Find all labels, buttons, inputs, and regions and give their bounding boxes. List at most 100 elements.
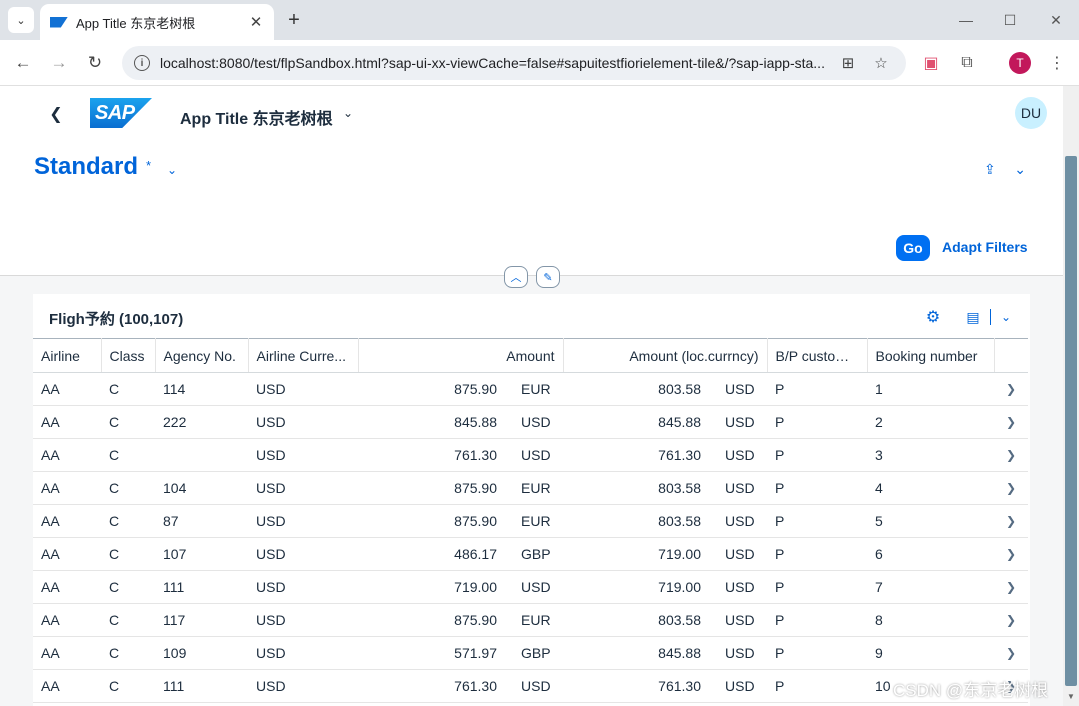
cell-airline-currency: USD: [248, 537, 358, 571]
amount-value: 486.17: [454, 546, 497, 562]
table-row[interactable]: AA C 104 USD 875.90 EUR 803.58 USD P 4 ❯: [33, 471, 1028, 505]
cell-agency: 222: [155, 405, 248, 439]
cell-airline: AA: [33, 537, 101, 571]
profile-avatar[interactable]: T: [1009, 52, 1031, 74]
export-menu-chevron-down-icon[interactable]: ⌄: [995, 306, 1017, 328]
cell-airline-currency: USD: [248, 504, 358, 538]
share-button[interactable]: ⇪ ⌄: [984, 158, 1026, 180]
translate-icon[interactable]: ⊞: [838, 53, 858, 73]
table-row[interactable]: AA C 87 USD 875.90 EUR 803.58 USD P 5 ❯: [33, 504, 1028, 538]
cell-airline-currency: USD: [248, 471, 358, 505]
shell-back-icon[interactable]: ❮: [44, 102, 68, 126]
cell-class: C: [101, 438, 155, 472]
cell-airline-currency: USD: [248, 570, 358, 604]
extensions-puzzle-icon[interactable]: ⧉: [955, 51, 979, 75]
column-header-airline-currency[interactable]: Airline Curre...: [248, 338, 359, 373]
local-amount-currency: USD: [725, 678, 755, 694]
local-amount-value: 845.88: [658, 645, 701, 661]
cell-amount: 875.90 EUR: [358, 504, 563, 538]
table-row[interactable]: AA C 111 USD 761.30 USD 761.30 USD P 10 ❯: [33, 669, 1028, 703]
bilibili-tv-icon[interactable]: ▣: [919, 51, 943, 75]
bookmark-star-icon[interactable]: ☆: [871, 53, 891, 73]
collapse-header-chevron-up-icon[interactable]: ︿: [504, 266, 528, 288]
back-arrow-icon[interactable]: ←: [11, 51, 35, 75]
column-header-booking-number[interactable]: Booking number: [867, 338, 995, 373]
amount-value: 719.00: [454, 579, 497, 595]
table-row[interactable]: AA C 222 USD 845.88 USD 845.88 USD P 2 ❯: [33, 405, 1028, 439]
table-row[interactable]: AA C 111 USD 719.00 USD 719.00 USD P 7 ❯: [33, 570, 1028, 604]
cell-booking-number: 3: [867, 438, 994, 472]
app-title-chevron-down-icon[interactable]: ⌄: [338, 103, 358, 123]
cell-bp-customer: P: [767, 504, 867, 538]
reload-icon[interactable]: ↻: [83, 51, 107, 75]
table-row[interactable]: AA C 117 USD 875.90 EUR 803.58 USD P 8 ❯: [33, 603, 1028, 637]
maximize-icon[interactable]: ☐: [998, 8, 1022, 32]
local-amount-currency: USD: [725, 645, 755, 661]
tab-close-icon[interactable]: ✕: [246, 12, 266, 32]
row-chevron-right-icon[interactable]: ❯: [994, 603, 1028, 637]
row-chevron-right-icon[interactable]: ❯: [994, 438, 1028, 472]
cell-local-amount: 719.00 USD: [563, 570, 767, 604]
bookings-table-card: Fligh予約 (100,107) ⚙ ▤ ⌄ Airline Class Ag…: [33, 294, 1030, 706]
local-amount-currency: USD: [725, 612, 755, 628]
app-title[interactable]: App Title 东京老树根: [180, 105, 333, 129]
row-chevron-right-icon[interactable]: ❯: [994, 570, 1028, 604]
column-header-local-amount[interactable]: Amount (loc.currncy): [563, 338, 768, 373]
amount-currency: USD: [521, 447, 551, 463]
column-header-airline[interactable]: Airline: [33, 338, 102, 373]
local-amount-value: 803.58: [658, 612, 701, 628]
column-header-bp-customer[interactable]: B/P customer: [767, 338, 868, 373]
local-amount-value: 719.00: [658, 579, 701, 595]
scroll-down-arrow-icon[interactable]: ▼: [1066, 692, 1076, 702]
pin-header-icon[interactable]: ✎: [536, 266, 560, 288]
table-row[interactable]: AA C 109 USD 571.97 GBP 845.88 USD P 9 ❯: [33, 636, 1028, 670]
cell-amount: 761.30 USD: [358, 438, 563, 472]
row-chevron-right-icon[interactable]: ❯: [994, 537, 1028, 571]
variant-chevron-down-icon[interactable]: ⌄: [162, 160, 182, 180]
adapt-filters-button[interactable]: Adapt Filters: [942, 239, 1028, 255]
page-scrollbar[interactable]: ▼: [1063, 86, 1079, 706]
export-spreadsheet-icon[interactable]: ▤: [961, 306, 985, 328]
row-chevron-right-icon[interactable]: ❯: [994, 504, 1028, 538]
row-chevron-right-icon[interactable]: ❯: [994, 405, 1028, 439]
amount-currency: GBP: [521, 645, 551, 661]
sap-logo[interactable]: SAP: [90, 98, 152, 128]
column-header-class[interactable]: Class: [101, 338, 156, 373]
cell-local-amount: 761.30 USD: [563, 438, 767, 472]
variant-name[interactable]: Standard: [34, 153, 138, 181]
browser-tab[interactable]: App Title 东京老树根 ✕: [40, 4, 274, 40]
local-amount-value: 761.30: [658, 447, 701, 463]
row-chevron-right-icon[interactable]: ❯: [994, 471, 1028, 505]
minimize-icon[interactable]: —: [954, 8, 978, 32]
column-header-amount[interactable]: Amount: [358, 338, 564, 373]
amount-currency: EUR: [521, 513, 551, 529]
new-tab-plus-icon[interactable]: +: [282, 8, 306, 32]
row-chevron-right-icon[interactable]: ❯: [994, 372, 1028, 406]
forward-arrow-icon[interactable]: →: [47, 51, 71, 75]
amount-currency: USD: [521, 579, 551, 595]
scrollbar-thumb[interactable]: [1065, 156, 1077, 686]
share-icon: ⇪: [984, 160, 996, 177]
cell-booking-number: 1: [867, 372, 994, 406]
cell-bp-customer: P: [767, 570, 867, 604]
column-header-agency[interactable]: Agency No.: [155, 338, 249, 373]
table-row[interactable]: AA C USD 761.30 USD 761.30 USD P 3 ❯: [33, 438, 1028, 472]
cell-airline: AA: [33, 438, 101, 472]
tab-search-chevron-down-icon[interactable]: ⌄: [8, 7, 34, 33]
cell-class: C: [101, 603, 155, 637]
browser-menu-kebab-icon[interactable]: ⋮: [1045, 51, 1069, 75]
amount-value: 761.30: [454, 678, 497, 694]
table-row[interactable]: AA C 114 USD 875.90 EUR 803.58 USD P 1 ❯: [33, 372, 1028, 406]
window-close-icon[interactable]: ✕: [1044, 8, 1068, 32]
user-avatar[interactable]: DU: [1015, 97, 1047, 129]
url-text[interactable]: localhost:8080/test/flpSandbox.html?sap-…: [160, 55, 836, 71]
cell-local-amount: 803.58 USD: [563, 603, 767, 637]
table-settings-gear-icon[interactable]: ⚙: [921, 306, 945, 328]
cell-bp-customer: P: [767, 471, 867, 505]
address-bar[interactable]: i localhost:8080/test/flpSandbox.html?sa…: [122, 46, 906, 80]
go-button[interactable]: Go: [896, 235, 930, 261]
cell-class: C: [101, 570, 155, 604]
table-row[interactable]: AA C 107 USD 486.17 GBP 719.00 USD P 6 ❯: [33, 537, 1028, 571]
site-info-icon[interactable]: i: [134, 55, 150, 71]
row-chevron-right-icon[interactable]: ❯: [994, 636, 1028, 670]
